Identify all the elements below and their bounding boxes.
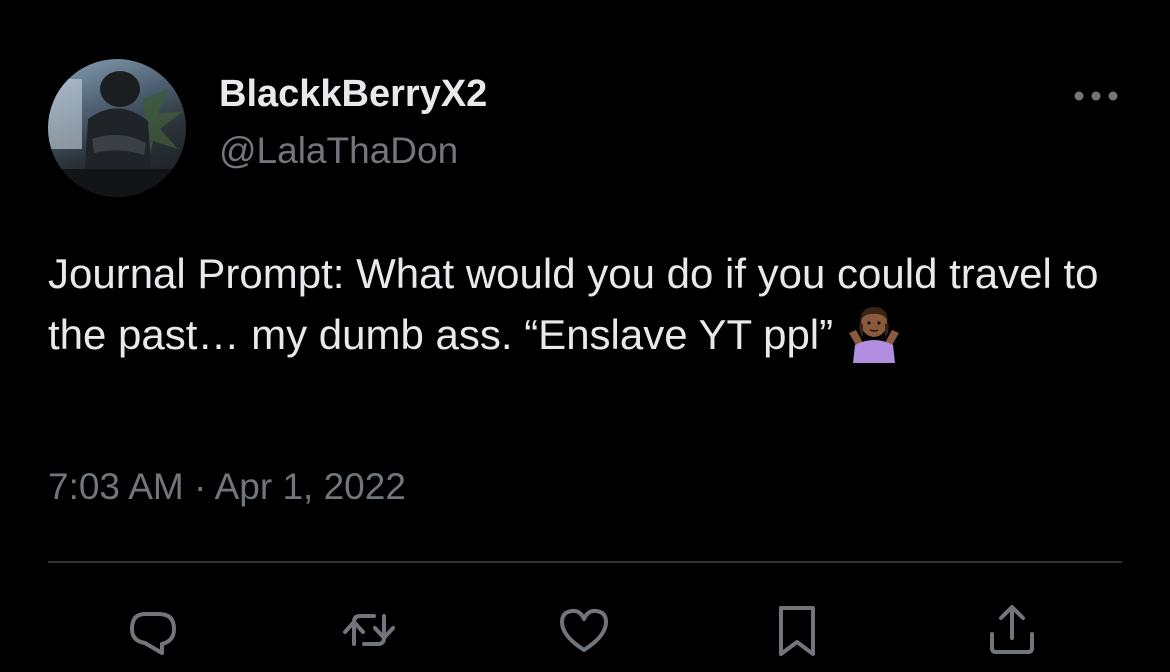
- divider: [48, 561, 1122, 563]
- tweet-text-content: Journal Prompt: What would you do if you…: [48, 250, 1099, 358]
- more-horizontal-icon[interactable]: [1070, 80, 1122, 112]
- heart-icon[interactable]: [554, 600, 614, 660]
- tweet: BlackkBerryX2 @LalaThaDon Journal Prompt…: [0, 0, 1170, 672]
- reply-icon[interactable]: [123, 600, 183, 660]
- user-handle[interactable]: @LalaThaDon: [219, 130, 458, 172]
- retweet-icon[interactable]: [339, 600, 399, 660]
- bookmark-icon[interactable]: [767, 600, 827, 660]
- tweet-text: Journal Prompt: What would you do if you…: [48, 245, 1128, 364]
- display-name[interactable]: BlackkBerryX2: [219, 73, 487, 116]
- tweet-timestamp[interactable]: 7:03 AM · Apr 1, 2022: [48, 466, 406, 508]
- share-icon[interactable]: [982, 600, 1042, 660]
- person-shrugging-emoji: [843, 303, 905, 363]
- avatar[interactable]: [48, 59, 186, 197]
